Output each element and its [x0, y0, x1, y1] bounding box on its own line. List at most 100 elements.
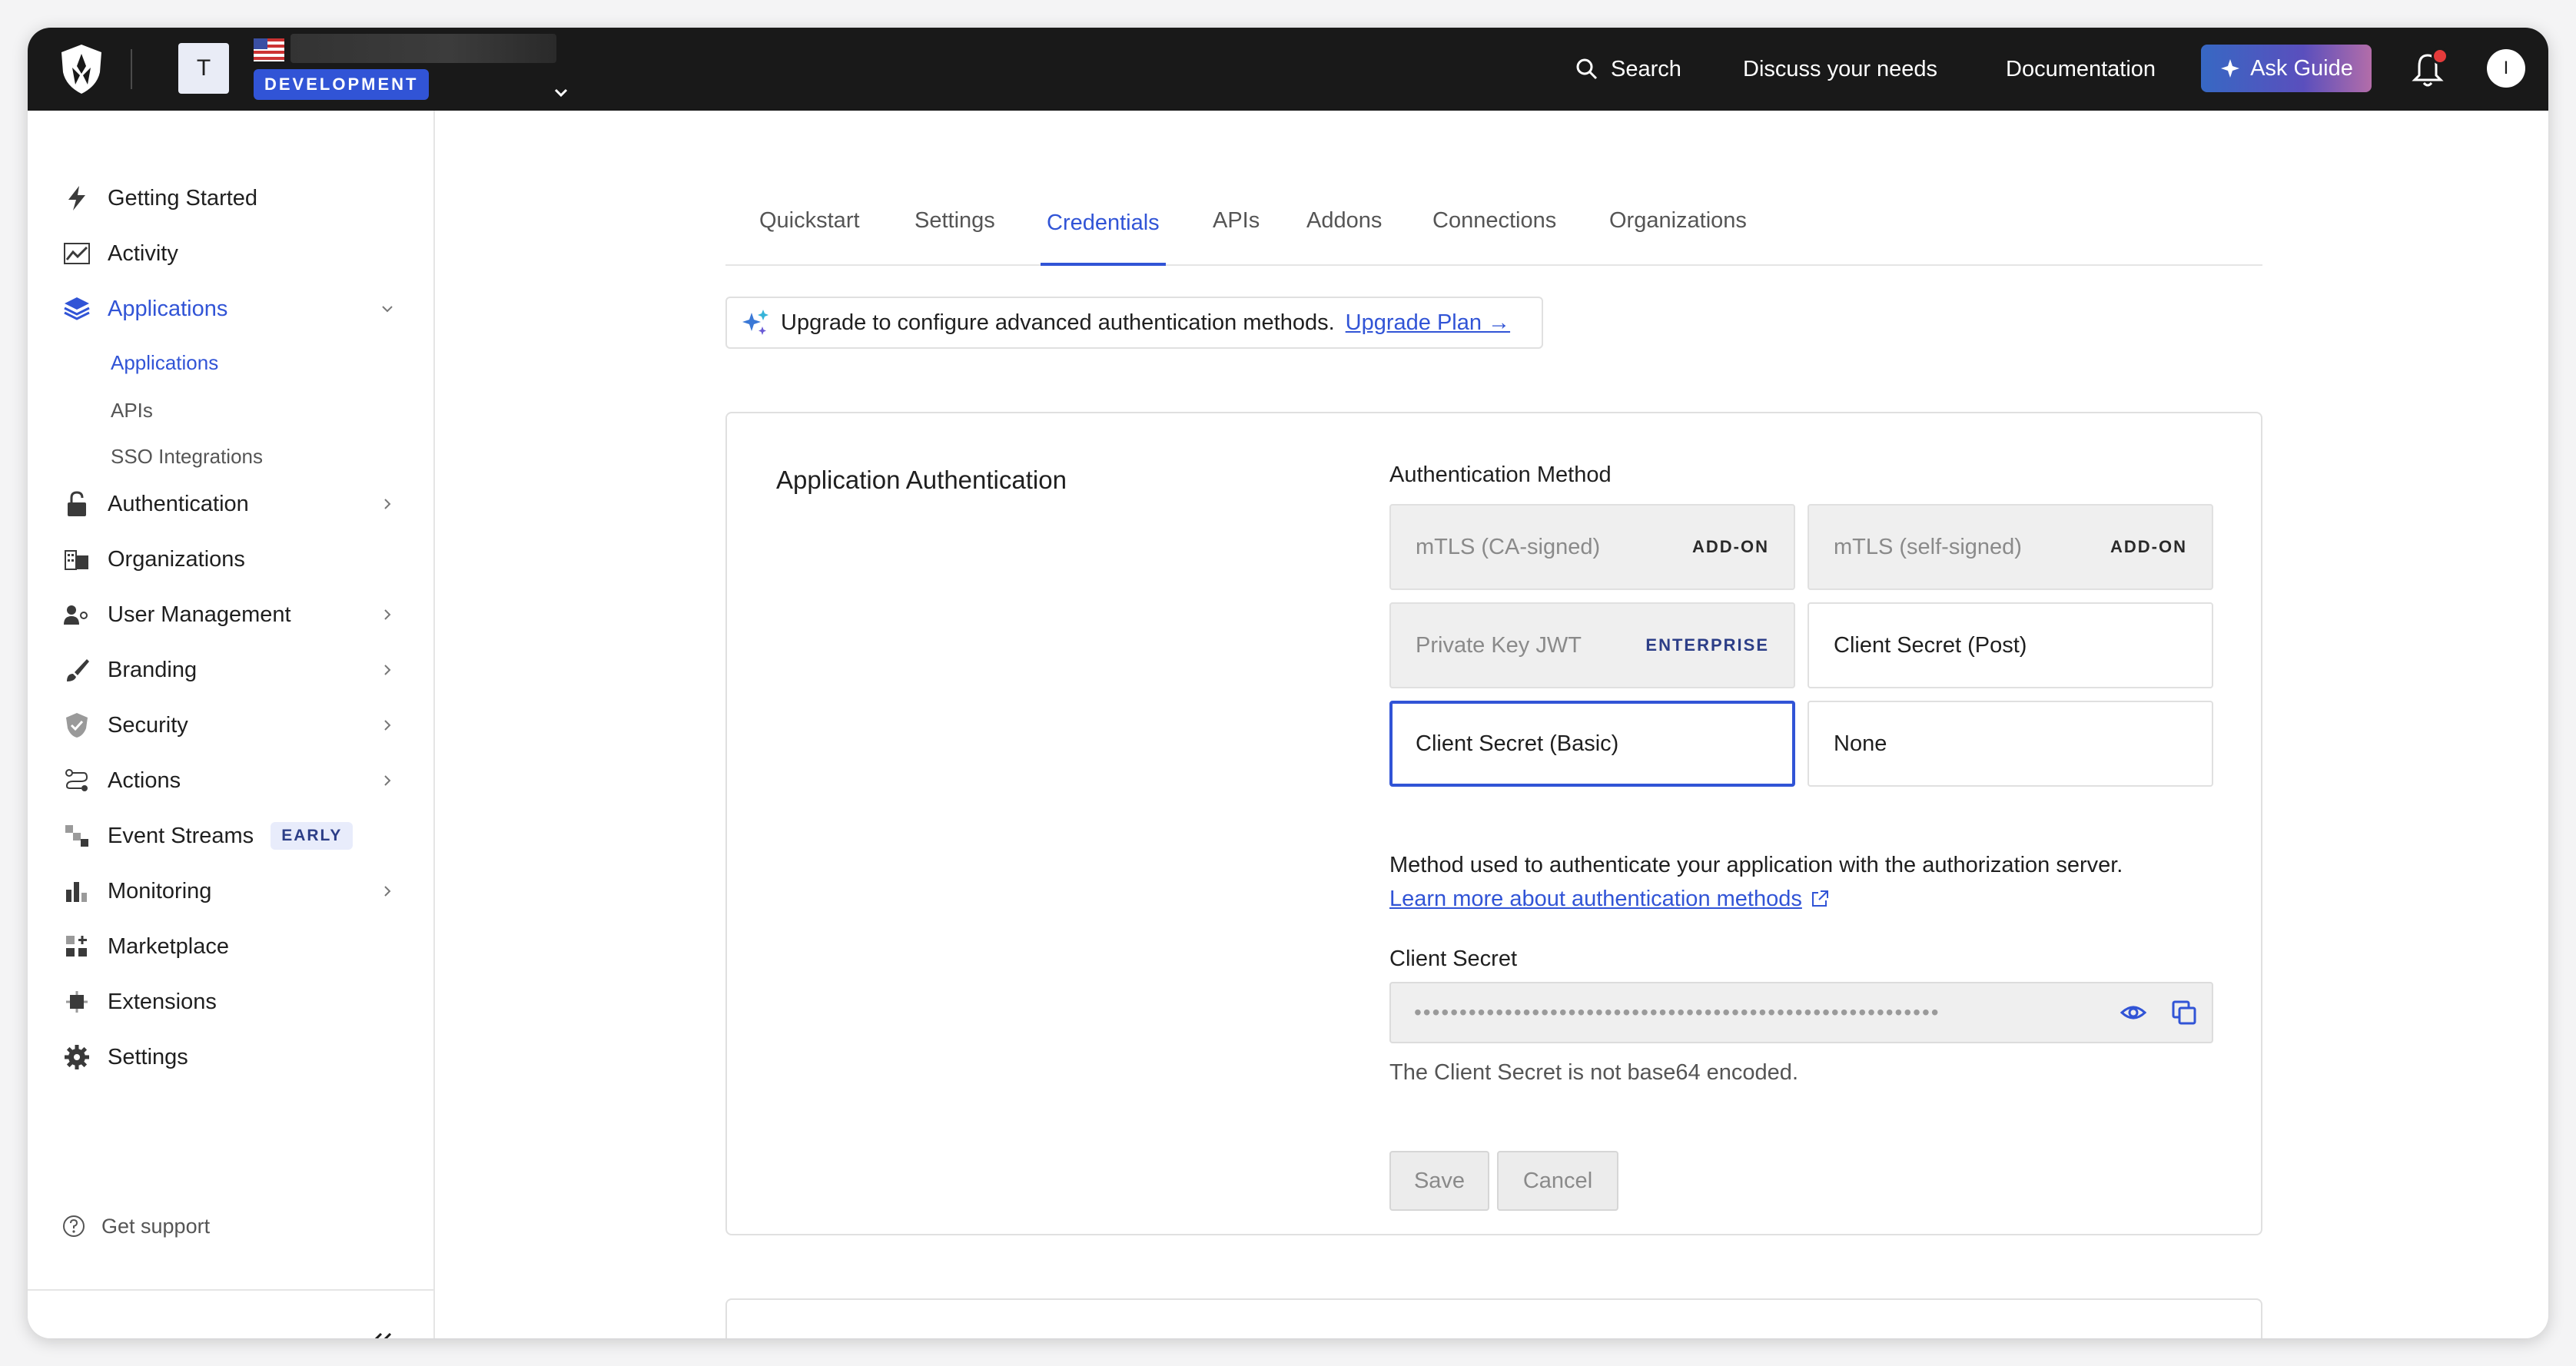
- sidebar-item-authentication[interactable]: Authentication: [61, 481, 423, 527]
- chevron-right-icon[interactable]: [378, 882, 397, 900]
- sidebar: Getting Started Activity Applications Ap…: [28, 111, 435, 1338]
- upgrade-plan-link[interactable]: Upgrade Plan →: [1346, 310, 1510, 336]
- eye-icon[interactable]: [2120, 999, 2147, 1026]
- top-bar: T DEVELOPMENT Search Discuss your needs …: [28, 28, 2548, 111]
- user-avatar[interactable]: I: [2487, 49, 2525, 88]
- sidebar-item-extensions[interactable]: Extensions: [61, 979, 423, 1025]
- sidebar-item-user-management[interactable]: User Management: [61, 592, 423, 638]
- discuss-needs-link[interactable]: Discuss your needs: [1743, 51, 1937, 88]
- external-link-icon[interactable]: [1810, 889, 1830, 909]
- sidebar-item-applications[interactable]: Applications: [61, 286, 423, 332]
- ask-guide-button[interactable]: Ask Guide: [2201, 45, 2372, 92]
- chevron-right-icon[interactable]: [378, 771, 397, 790]
- app-window: T DEVELOPMENT Search Discuss your needs …: [28, 28, 2548, 1338]
- bolt-icon: [61, 183, 92, 214]
- sidebar-item-label: Applications: [108, 296, 228, 321]
- help-circle-icon: [63, 1215, 85, 1237]
- method-client-secret-post[interactable]: Client Secret (Post): [1808, 602, 2213, 688]
- get-support-link[interactable]: Get support: [61, 1214, 210, 1238]
- tab-settings[interactable]: Settings: [915, 178, 995, 263]
- method-label: Client Secret (Basic): [1416, 731, 1619, 756]
- sidebar-item-label: Authentication: [108, 491, 249, 516]
- chevron-down-icon[interactable]: [552, 83, 570, 101]
- sidebar-item-organizations[interactable]: Organizations: [61, 536, 423, 582]
- sparkle-icon: [2221, 59, 2240, 78]
- sidebar-item-label: Extensions: [108, 989, 217, 1014]
- sidebar-item-label: Actions: [108, 768, 181, 793]
- upgrade-banner: Upgrade to configure advanced authentica…: [725, 297, 1543, 349]
- gear-icon: [61, 1042, 92, 1073]
- method-mtls-self-signed: mTLS (self-signed) ADD-ON: [1808, 504, 2213, 590]
- environment-badge: DEVELOPMENT: [254, 69, 430, 100]
- method-label: Client Secret (Post): [1834, 632, 2027, 658]
- sidebar-subitem-apis[interactable]: APIs: [111, 393, 153, 427]
- lock-icon: [61, 489, 92, 519]
- sidebar-item-marketplace[interactable]: Marketplace: [61, 923, 423, 970]
- sidebar-item-label: Settings: [108, 1044, 188, 1069]
- flow-icon: [61, 765, 92, 796]
- method-none[interactable]: None: [1808, 701, 2213, 787]
- tenant-avatar[interactable]: T: [178, 43, 229, 94]
- sidebar-item-branding[interactable]: Branding: [61, 647, 423, 693]
- notification-dot: [2432, 48, 2448, 65]
- method-client-secret-basic[interactable]: Client Secret (Basic): [1389, 701, 1795, 787]
- stream-icon: [61, 821, 92, 851]
- chevron-right-icon[interactable]: [378, 495, 397, 513]
- brush-icon: [61, 655, 92, 685]
- next-section-card: [725, 1298, 2262, 1338]
- sidebar-item-event-streams[interactable]: Event Streams EARLY: [61, 813, 423, 859]
- method-private-key-jwt: Private Key JWT ENTERPRISE: [1389, 602, 1795, 688]
- documentation-link[interactable]: Documentation: [2006, 51, 2156, 88]
- upgrade-text: Upgrade to configure advanced authentica…: [781, 310, 1335, 335]
- client-secret-label: Client Secret: [1389, 947, 1518, 971]
- sidebar-subitem-applications[interactable]: Applications: [111, 346, 218, 380]
- search-icon: [1576, 58, 1598, 80]
- tab-addons[interactable]: Addons: [1306, 178, 1382, 263]
- auth-method-help: Method used to authenticate your applica…: [1389, 848, 2123, 916]
- tab-quickstart[interactable]: Quickstart: [759, 178, 860, 263]
- learn-more-link[interactable]: Learn more about authentication methods: [1389, 882, 1802, 916]
- search-label: Search: [1611, 56, 1681, 81]
- sidebar-item-label: Security: [108, 712, 188, 738]
- sidebar-item-getting-started[interactable]: Getting Started: [61, 175, 423, 221]
- users-icon: [61, 599, 92, 630]
- shield-logo-icon[interactable]: [58, 43, 105, 95]
- tab-connections[interactable]: Connections: [1432, 178, 1556, 263]
- chevron-right-icon[interactable]: [378, 716, 397, 734]
- method-label: Private Key JWT: [1416, 632, 1582, 658]
- chevron-down-icon[interactable]: [378, 300, 397, 318]
- auth-method-label: Authentication Method: [1389, 463, 1612, 487]
- save-button[interactable]: Save: [1389, 1151, 1489, 1211]
- sparkle-icon: [742, 310, 768, 335]
- tenant-name-redacted[interactable]: [290, 34, 556, 63]
- puzzle-icon: [61, 986, 92, 1017]
- sidebar-item-security[interactable]: Security: [61, 702, 423, 748]
- sidebar-item-label: Activity: [108, 240, 178, 266]
- tab-apis[interactable]: APIs: [1213, 178, 1260, 263]
- sidebar-item-monitoring[interactable]: Monitoring: [61, 868, 423, 914]
- sidebar-subitem-sso-integrations[interactable]: SSO Integrations: [111, 439, 263, 473]
- sidebar-item-actions[interactable]: Actions: [61, 758, 423, 804]
- sidebar-item-label: Event Streams: [108, 823, 254, 848]
- topbar-divider: [131, 49, 132, 89]
- method-label: mTLS (self-signed): [1834, 534, 2022, 559]
- app-tabs: Quickstart Settings Credentials APIs Add…: [725, 178, 2262, 266]
- sidebar-item-label: Branding: [108, 657, 198, 682]
- tab-organizations[interactable]: Organizations: [1609, 178, 1747, 263]
- chevron-right-icon[interactable]: [378, 661, 397, 679]
- grid-plus-icon: [61, 931, 92, 962]
- copy-icon[interactable]: [2170, 999, 2198, 1026]
- chevron-right-icon[interactable]: [378, 605, 397, 624]
- shield-icon: [61, 710, 92, 741]
- sidebar-item-label: Marketplace: [108, 933, 229, 959]
- cancel-button[interactable]: Cancel: [1497, 1151, 1618, 1211]
- building-icon: [61, 544, 92, 575]
- search-button[interactable]: Search: [1575, 51, 1681, 88]
- sidebar-item-label: Getting Started: [108, 185, 258, 211]
- client-secret-field[interactable]: ••••••••••••••••••••••••••••••••••••••••…: [1389, 982, 2213, 1043]
- tab-credentials[interactable]: Credentials: [1041, 183, 1166, 266]
- sidebar-item-settings[interactable]: Settings: [61, 1034, 423, 1080]
- method-label: mTLS (CA-signed): [1416, 534, 1601, 559]
- collapse-sidebar-icon[interactable]: [366, 1329, 397, 1338]
- sidebar-item-activity[interactable]: Activity: [61, 230, 423, 277]
